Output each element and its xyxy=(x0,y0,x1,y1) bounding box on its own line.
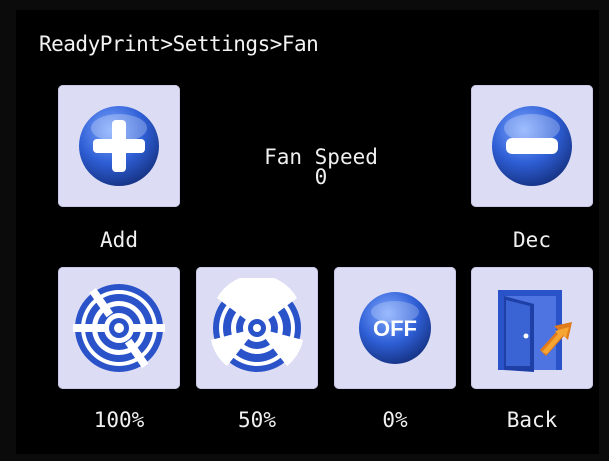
exit-door-icon xyxy=(498,290,572,372)
dec-button[interactable] xyxy=(471,85,593,207)
fan-0-button[interactable]: OFF xyxy=(334,267,456,389)
breadcrumb: ReadyPrint>Settings>Fan xyxy=(39,32,319,56)
back-label: Back xyxy=(506,408,558,432)
plus-icon xyxy=(79,106,159,186)
display-bezel: ReadyPrint>Settings>Fan Add Fan Speed 0 … xyxy=(0,0,609,461)
fan-speed-readout: Fan Speed 0 xyxy=(226,145,416,189)
fan-100-button[interactable] xyxy=(58,267,180,389)
dec-label: Dec xyxy=(513,228,551,252)
fan-half-icon xyxy=(211,278,303,372)
fan-100-label: 100% xyxy=(93,408,145,432)
fan-full-icon xyxy=(73,284,165,372)
add-label: Add xyxy=(100,228,138,252)
fan-50-button[interactable] xyxy=(196,267,318,389)
fan-speed-value: 0 xyxy=(314,165,328,189)
minus-icon xyxy=(492,106,572,186)
off-icon: OFF xyxy=(359,292,431,364)
back-button[interactable] xyxy=(471,267,593,389)
touch-screen: ReadyPrint>Settings>Fan Add Fan Speed 0 … xyxy=(16,10,599,454)
off-icon-text: OFF xyxy=(373,316,417,341)
fan-50-label: 50% xyxy=(238,408,276,432)
fan-speed-title: Fan Speed xyxy=(264,145,378,169)
fan-0-label: 0% xyxy=(382,408,408,432)
add-button[interactable] xyxy=(58,85,180,207)
